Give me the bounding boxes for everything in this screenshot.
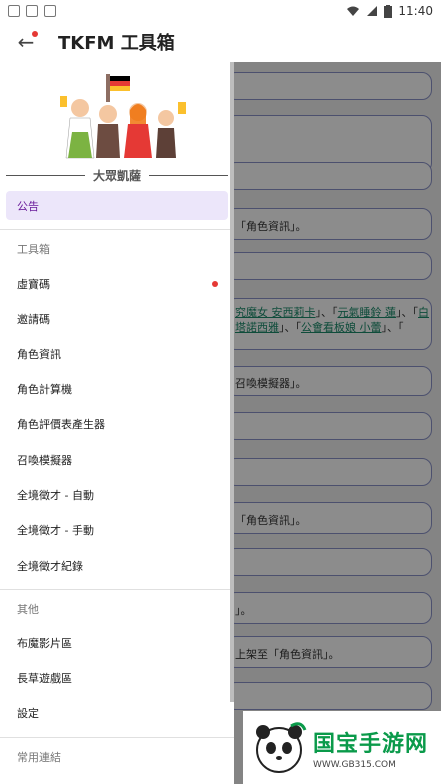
drawer-item-label: 角色計算機 [17, 382, 72, 396]
drawer-item-other[interactable]: 長草遊戲區 [6, 660, 228, 695]
party-people-icon [60, 74, 186, 159]
watermark: 国宝手游网 WWW.GB315.COM [243, 711, 441, 784]
drawer-item-label: 全境徵才 - 手動 [17, 523, 94, 537]
drawer-item-label: 布魔影片區 [17, 636, 72, 650]
panda-logo-icon [256, 721, 307, 773]
drawer-item-tool[interactable]: 虛寶碼 [6, 266, 228, 301]
hero-caption: 大眾凱薩 [6, 164, 229, 186]
drawer-item-tool[interactable]: 全境徵才 - 自動 [6, 477, 228, 512]
divider [0, 229, 234, 230]
badge-dot-icon [212, 280, 218, 287]
section-header-links: 常用連結 [17, 751, 61, 764]
clock: 11:40 [398, 4, 433, 18]
drawer-item-tool[interactable]: 角色資訊 [6, 336, 228, 371]
drawer-item-tool[interactable]: 召喚模擬器 [6, 442, 228, 477]
drawer-item-announcement[interactable]: 公告 [6, 191, 228, 220]
navigation-drawer: 大眾凱薩 公告 工具箱 虛寶碼 邀請碼 角色資訊 角色計算機 角色評價表產生器 … [0, 62, 234, 784]
wifi-icon [347, 6, 360, 16]
notification-icon [8, 5, 20, 17]
drawer-item-label: 設定 [17, 706, 39, 720]
divider [0, 737, 234, 738]
divider-line [6, 174, 85, 176]
signal-icon [367, 6, 378, 16]
notification-icon [26, 5, 38, 17]
drawer-item-other[interactable]: 布魔影片區 [6, 625, 228, 660]
divider-line [149, 174, 229, 176]
page-title: TKFM 工具箱 [58, 33, 175, 54]
drawer-item-tool[interactable]: 角色計算機 [6, 371, 228, 406]
status-bar: 11:40 [0, 0, 441, 22]
back-button[interactable]: ← [10, 26, 42, 58]
drawer-item-label: 長草遊戲區 [17, 671, 72, 685]
battery-icon [384, 4, 393, 18]
drawer-item-tool[interactable]: 全境徵才紀錄 [6, 548, 228, 583]
drawer-item-settings[interactable]: 設定 [6, 695, 228, 730]
section-header-other: 其他 [17, 603, 39, 616]
hero-caption-text: 大眾凱薩 [93, 168, 142, 183]
drawer-item-label: 角色資訊 [17, 347, 61, 361]
notification-icon [44, 5, 56, 17]
watermark-title: 国宝手游网 [313, 731, 429, 757]
drawer-item-label: 公告 [17, 199, 39, 213]
divider [0, 589, 234, 590]
watermark-url: WWW.GB315.COM [313, 759, 396, 770]
drawer-item-label: 全境徵才 - 自動 [17, 488, 94, 502]
drawer-item-label: 邀請碼 [17, 312, 50, 326]
badge-dot-icon [32, 31, 38, 37]
drawer-item-label: 全境徵才紀錄 [17, 559, 83, 573]
section-header-tools: 工具箱 [17, 243, 50, 256]
app-bar: ← TKFM 工具箱 [0, 22, 441, 62]
hero-illustration [60, 74, 186, 159]
drawer-item-tool[interactable]: 全境徵才 - 手動 [6, 512, 228, 547]
drawer-item-tool[interactable]: 邀請碼 [6, 301, 228, 336]
drawer-item-tool[interactable]: 角色評價表產生器 [6, 406, 228, 441]
drawer-item-label: 角色評價表產生器 [17, 417, 105, 431]
drawer-item-label: 虛寶碼 [17, 277, 50, 291]
drawer-scrollbar[interactable] [230, 62, 234, 702]
drawer-item-label: 召喚模擬器 [17, 453, 72, 467]
